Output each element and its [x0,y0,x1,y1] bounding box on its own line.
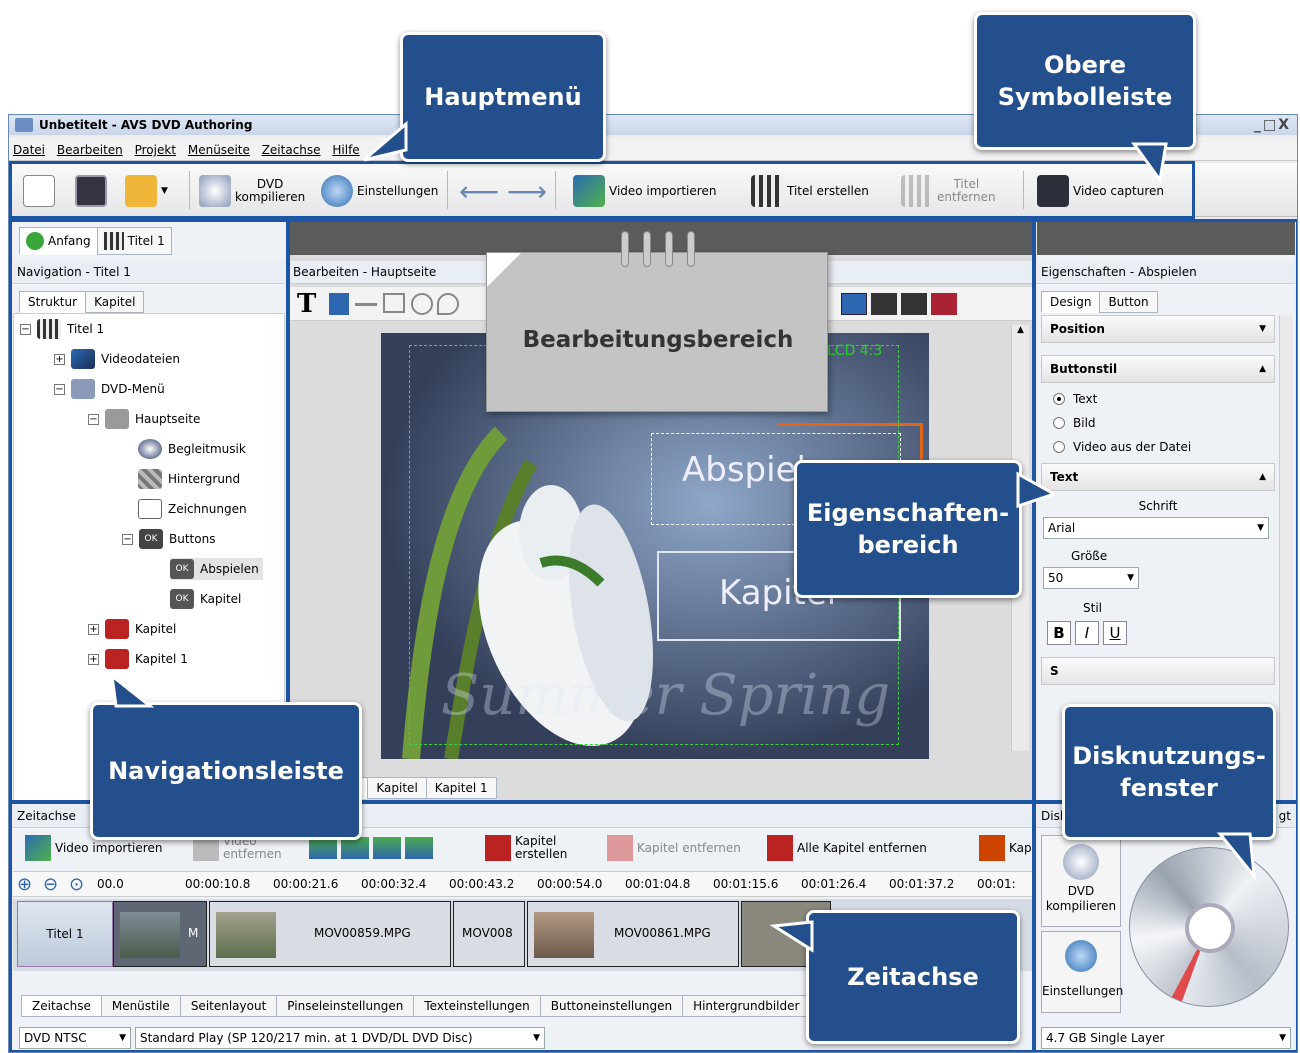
note-fold [487,253,521,287]
app-icon [15,118,33,132]
callout-hauptmenu-tail [363,120,408,162]
ring-icon [665,231,673,267]
menu-menueseite[interactable]: Menüseite [184,137,254,157]
callout-eigenschaften: Eigenschaften- bereich [794,460,1022,598]
note-bearbeitungsbereich: Bearbeitungsbereich [486,231,828,412]
menu-bearbeiten[interactable]: Bearbeiten [53,137,127,157]
window-controls[interactable]: _□X [1254,115,1291,135]
callout-obere-symbolleiste: Obere Symbolleiste [974,12,1196,150]
menu-zeitachse[interactable]: Zeitachse [258,137,325,157]
callout-hauptmenu-label: Hauptmenü [424,83,582,111]
callout-nav-tail [110,672,154,708]
callout-zeit-tail [770,920,814,953]
ring-icon [643,231,651,267]
frame-top-toolbar [9,161,1195,219]
callout-hauptmenu: Hauptmenü [400,32,606,162]
menu-hilfe[interactable]: Hilfe [328,137,363,157]
callout-disknutzung: Disknutzungs- fenster [1062,704,1276,840]
menu-datei[interactable]: Datei [9,137,49,157]
callout-obere-label: Obere Symbolleiste [997,51,1173,111]
callout-zeitachse: Zeitachse [806,910,1020,1044]
callout-zeit-label: Zeitachse [847,963,979,991]
callout-disk-tail [1216,832,1256,880]
note-bearbeitungsbereich-label: Bearbeitungsbereich [522,327,794,353]
callout-nav-label: Navigationsleiste [108,757,344,785]
ring-icon [621,231,629,267]
callout-eigen-tail [1016,471,1058,509]
callout-navigationsleiste: Navigationsleiste [90,702,362,840]
callout-eigen-label: Eigenschaften- bereich [806,499,1010,559]
screenshot-root: Unbetitelt - AVS DVD Authoring _□X Datei… [0,0,1300,1053]
menu-projekt[interactable]: Projekt [131,137,180,157]
ring-icon [687,231,695,267]
window-title: Unbetitelt - AVS DVD Authoring [39,118,253,132]
callout-obere-tail [1131,142,1168,184]
callout-disk-label: Disknutzungs- fenster [1072,742,1266,802]
